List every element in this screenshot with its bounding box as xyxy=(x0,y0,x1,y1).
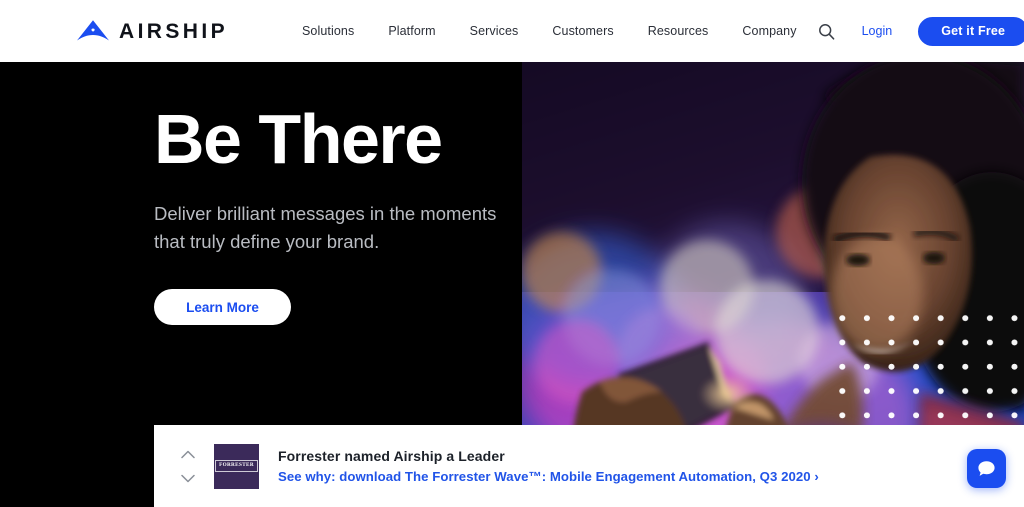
carousel-prev-button[interactable] xyxy=(180,449,196,459)
hero-subtitle: Deliver brilliant messages in the moment… xyxy=(154,203,497,253)
hero-copy: Be There Deliver brilliant messages in t… xyxy=(154,100,554,326)
header-actions: Login Get it Free Get a Demo xyxy=(814,16,1024,46)
nav-item-solutions[interactable]: Solutions xyxy=(285,16,371,46)
banner-content: Forrester named Airship a Leader See why… xyxy=(278,448,819,484)
forrester-logo-text: FORRESTER xyxy=(219,462,254,469)
learn-more-button[interactable]: Learn More xyxy=(154,289,291,326)
search-icon xyxy=(819,23,835,40)
chevron-down-icon xyxy=(181,474,195,482)
carousel-next-button[interactable] xyxy=(180,473,196,483)
chevron-up-icon xyxy=(181,450,195,458)
site-header: AIRSHIP Solutions Platform Services Cust… xyxy=(0,0,1024,62)
main-navigation: Solutions Platform Services Customers Re… xyxy=(285,16,814,46)
forrester-logo-box: FORRESTER xyxy=(215,460,258,472)
nav-item-customers[interactable]: Customers xyxy=(535,16,630,46)
airship-logo-mark xyxy=(77,20,109,41)
hero-title: Be There xyxy=(154,100,443,178)
nav-item-resources[interactable]: Resources xyxy=(631,16,726,46)
banner-title: Forrester named Airship a Leader xyxy=(278,448,505,464)
airship-homepage: AIRSHIP Solutions Platform Services Cust… xyxy=(0,0,1024,507)
chat-widget-button[interactable] xyxy=(967,449,1006,488)
logo-link[interactable]: AIRSHIP xyxy=(76,19,228,43)
chat-bubble-icon xyxy=(978,461,995,476)
banner-carousel-controls xyxy=(162,449,214,483)
get-it-free-button[interactable]: Get it Free xyxy=(918,16,1024,46)
logo-wordmark: AIRSHIP xyxy=(119,19,228,43)
forrester-logo: FORRESTER xyxy=(214,443,259,489)
search-button[interactable] xyxy=(814,18,840,44)
dot-grid-overlay xyxy=(828,304,1024,422)
announcement-banner: FORRESTER Forrester named Airship a Lead… xyxy=(154,425,1024,507)
login-link[interactable]: Login xyxy=(852,18,903,44)
banner-link[interactable]: See why: download The Forrester Wave™: M… xyxy=(278,469,819,484)
nav-item-platform[interactable]: Platform xyxy=(371,16,452,46)
nav-item-services[interactable]: Services xyxy=(453,16,536,46)
nav-item-company[interactable]: Company xyxy=(725,16,813,46)
